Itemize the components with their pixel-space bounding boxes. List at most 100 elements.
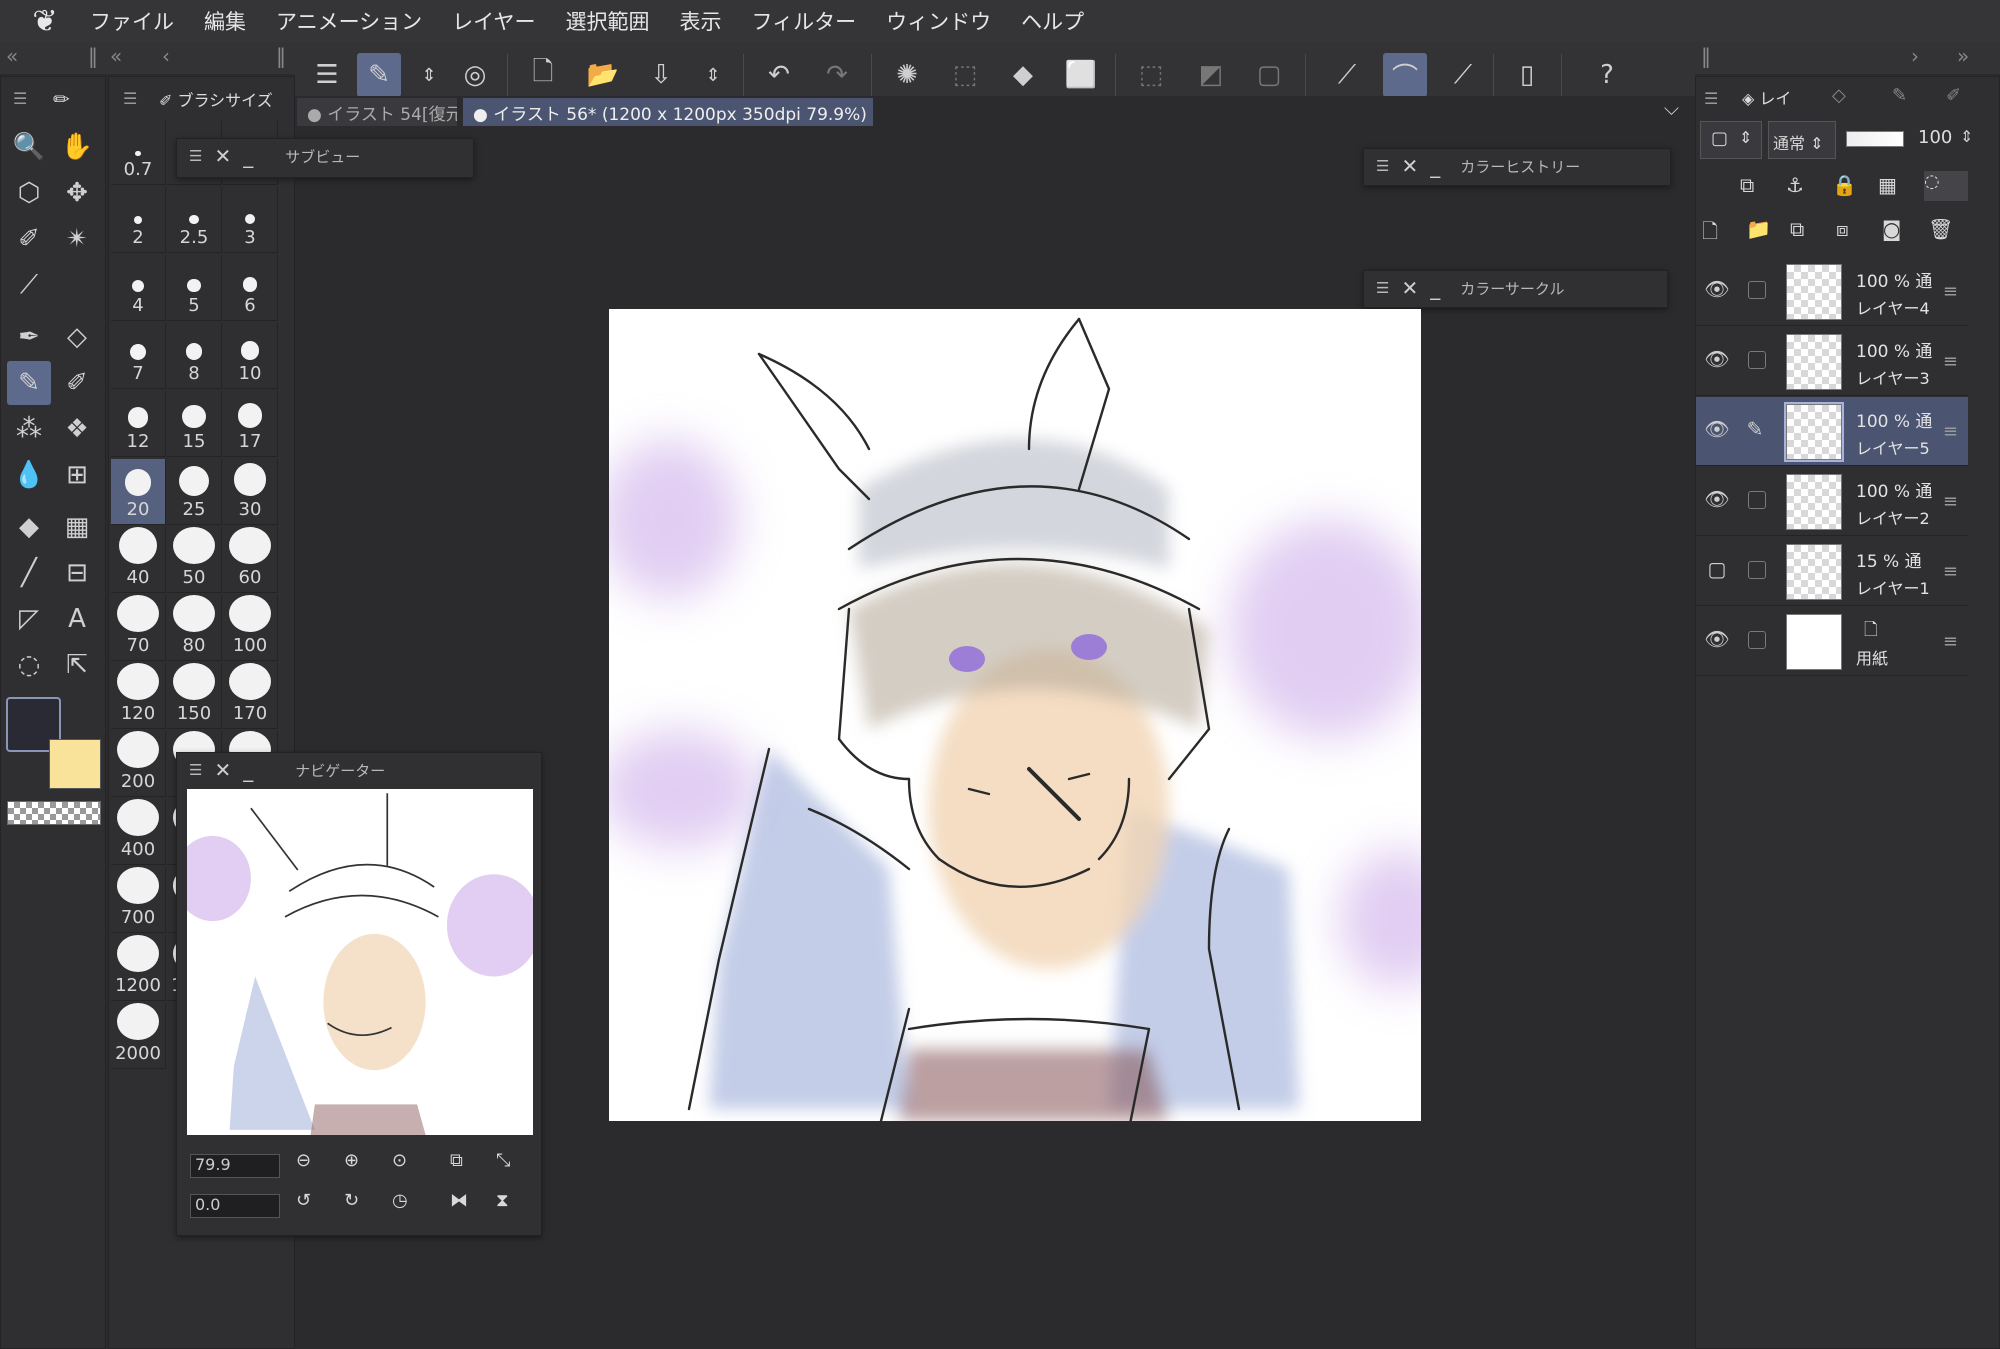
device-icon[interactable]: ▯ <box>1505 53 1549 97</box>
minimize-icon[interactable]: _ <box>1430 276 1440 300</box>
line-icon[interactable]: ╱ <box>7 551 51 595</box>
flip-vertical-icon[interactable]: ⧗ <box>496 1190 509 1211</box>
navigator-preview[interactable] <box>187 789 533 1135</box>
menu-window[interactable]: ウィンドウ <box>886 6 991 36</box>
clear-icon[interactable]: ⬚ <box>943 53 987 97</box>
collapse-left-icon[interactable]: « <box>6 44 18 68</box>
layer-mask-icon[interactable]: ◙ <box>1882 217 1901 241</box>
drag-handle-icon[interactable]: ≡ <box>1943 421 1958 442</box>
decoration-icon[interactable]: ❖ <box>55 407 99 451</box>
updown-icon-2[interactable]: ⇕ <box>691 53 735 97</box>
brush-size-70[interactable]: 70 <box>111 595 166 661</box>
grip-icon[interactable]: ‖ <box>1701 44 1711 68</box>
brush-size-3[interactable]: 3 <box>223 187 278 253</box>
hidden-checkbox[interactable]: ▢ <box>1702 557 1732 581</box>
brush-size-700[interactable]: 700 <box>111 867 166 933</box>
reference-icon[interactable]: ⚓ <box>1786 173 1804 197</box>
rotation-value-field[interactable]: 0.0 <box>190 1194 280 1218</box>
blend-mode-select[interactable]: 通常 ⇕ <box>1768 121 1836 159</box>
eye-icon[interactable]: 👁 <box>1702 277 1732 301</box>
layer-select-checkbox[interactable] <box>1748 281 1766 299</box>
close-icon[interactable]: ✕ <box>214 758 231 782</box>
brush-size-menu-icon[interactable]: ☰ <box>123 89 137 108</box>
brush-size-25[interactable]: 25 <box>167 459 222 525</box>
panel-menu-icon[interactable]: ☰ <box>1376 157 1389 175</box>
magic-wand-icon[interactable]: ✴ <box>55 217 99 261</box>
drag-handle-icon[interactable]: ≡ <box>1943 561 1958 582</box>
grip-icon[interactable]: ‖ <box>276 44 286 68</box>
layer-property-tab-icon[interactable]: ◇ <box>1832 85 1846 106</box>
brush-size-20[interactable]: 20 <box>111 459 166 525</box>
palette-menu-icon[interactable]: ☰ <box>13 89 27 108</box>
layer-panel-menu-icon[interactable]: ☰ <box>1704 89 1718 108</box>
frame-icon[interactable]: ⊟ <box>55 551 99 595</box>
selection-border-icon[interactable]: ▢ <box>1247 53 1291 97</box>
hand-icon[interactable]: ✋ <box>55 125 99 169</box>
brush-size-15[interactable]: 15 <box>167 391 222 457</box>
brush-size-17[interactable]: 17 <box>223 391 278 457</box>
menu-filter[interactable]: フィルター <box>752 6 857 36</box>
eye-icon[interactable]: 👁 <box>1702 487 1732 511</box>
menu-animation[interactable]: アニメーション <box>276 6 422 36</box>
new-layer-icon[interactable]: 🗋 <box>1702 217 1718 251</box>
undo-icon[interactable]: ↶ <box>757 53 801 97</box>
fill-tool-icon[interactable]: ◆ <box>7 505 51 549</box>
brush-size-10[interactable]: 10 <box>223 323 278 389</box>
drawing-canvas[interactable] <box>609 309 1421 1121</box>
panel-menu-icon[interactable]: ☰ <box>1376 279 1389 297</box>
redo-icon[interactable]: ↷ <box>815 53 859 97</box>
close-icon[interactable]: ✕ <box>1401 276 1418 300</box>
reset-rotation-icon[interactable]: ◷ <box>392 1190 408 1211</box>
eye-icon[interactable]: 👁 <box>1702 627 1732 651</box>
menu-selection[interactable]: 選択範囲 <box>566 6 650 36</box>
brush-size-150[interactable]: 150 <box>167 663 222 729</box>
tab-illust-54[interactable]: ● イラスト 54[復元 <box>297 98 457 126</box>
menu-view[interactable]: 表示 <box>680 6 722 36</box>
ruler-icon[interactable]: ⟋ <box>1325 53 1369 97</box>
layer-row[interactable]: 👁 100 % 通レイヤー4 ≡ <box>1696 257 1968 326</box>
brush-size-4[interactable]: 4 <box>111 255 166 321</box>
layer-select-checkbox[interactable] <box>1748 631 1766 649</box>
help-icon[interactable]: ? <box>1585 53 1629 97</box>
zoom-in-icon[interactable]: ⊕ <box>344 1150 359 1171</box>
brush-size-400[interactable]: 400 <box>111 799 166 865</box>
menu-icon[interactable]: ☰ <box>305 53 349 97</box>
lock-transparent-icon[interactable]: ▦ <box>1878 173 1897 197</box>
brush-size-30[interactable]: 30 <box>223 459 278 525</box>
rotate-left-icon[interactable]: ↺ <box>296 1190 311 1211</box>
drag-handle-icon[interactable]: ≡ <box>1943 281 1958 302</box>
chevron-down-icon[interactable]: ⌵ <box>1664 96 1679 120</box>
drag-handle-icon[interactable]: ≡ <box>1943 351 1958 372</box>
panel-menu-icon[interactable]: ☰ <box>189 761 202 779</box>
layer-tab[interactable]: ◈ レイ <box>1742 85 1791 109</box>
eraser-icon[interactable]: ◇ <box>55 315 99 359</box>
move-icon[interactable]: ✥ <box>55 171 99 215</box>
new-folder-icon[interactable]: 📁 <box>1746 217 1771 241</box>
edit-pen-icon[interactable]: ✎ <box>1740 417 1770 441</box>
brush-icon[interactable]: ✐ <box>55 361 99 405</box>
fit-icon[interactable]: ⊙ <box>392 1150 407 1171</box>
brush-size-6[interactable]: 6 <box>223 255 278 321</box>
brush-size-100[interactable]: 100 <box>223 595 278 661</box>
zoom-icon[interactable]: 🔍 <box>7 125 51 169</box>
brush-size-tab[interactable]: ✐ ブラシサイズ <box>159 87 289 111</box>
brush-size-40[interactable]: 40 <box>111 527 166 593</box>
menu-help[interactable]: ヘルプ <box>1021 6 1084 36</box>
sub-color-swatch[interactable] <box>49 739 101 789</box>
collapse-left-icon-3[interactable]: « <box>110 44 122 68</box>
updown-icon[interactable]: ⇕ <box>407 53 451 97</box>
correct-line-icon[interactable]: ⇱ <box>55 643 99 687</box>
brush-size-60[interactable]: 60 <box>223 527 278 593</box>
sub-tool-tab-icon[interactable]: ✐ <box>1946 85 1961 106</box>
brush-size-120[interactable]: 120 <box>111 663 166 729</box>
gradient-icon[interactable]: ▦ <box>55 505 99 549</box>
brush-size-80[interactable]: 80 <box>167 595 222 661</box>
snap-icon[interactable]: ⟋ <box>1441 53 1485 97</box>
pen-icon[interactable]: ✒ <box>7 315 51 359</box>
brush-size-8[interactable]: 8 <box>167 323 222 389</box>
brush-size-5[interactable]: 5 <box>167 255 222 321</box>
pen-tab-icon[interactable]: ✏ <box>53 87 70 111</box>
layer-select-checkbox[interactable] <box>1748 351 1766 369</box>
flip-horizontal-icon[interactable]: ⧓ <box>450 1190 468 1211</box>
layer-row[interactable]: ▢ 15 % 通レイヤー1 ≡ <box>1696 537 1968 606</box>
